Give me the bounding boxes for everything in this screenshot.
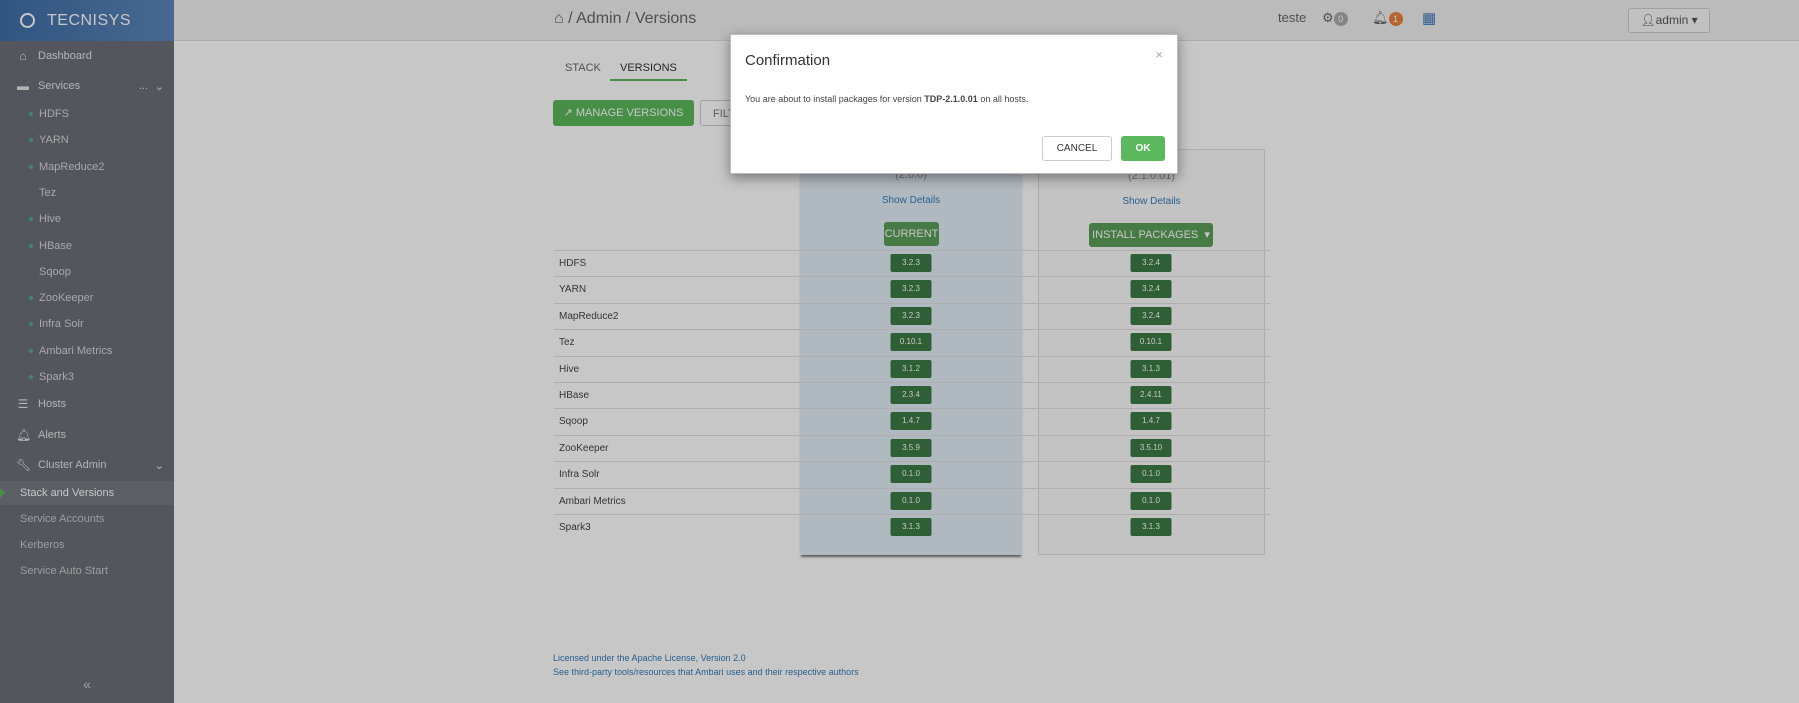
ok-button[interactable]: OK [1121, 136, 1165, 161]
confirmation-dialog: Confirmation × You are about to install … [730, 34, 1178, 174]
dialog-message: You are about to install packages for ve… [745, 94, 1028, 104]
cancel-button[interactable]: CANCEL [1042, 136, 1112, 161]
close-icon[interactable]: × [1155, 47, 1163, 62]
msg-version: TDP-2.1.0.01 [924, 94, 978, 104]
msg-text: You are about to install packages for ve… [745, 94, 925, 104]
dialog-title: Confirmation [745, 52, 831, 69]
msg-text: on all hosts. [977, 94, 1029, 104]
